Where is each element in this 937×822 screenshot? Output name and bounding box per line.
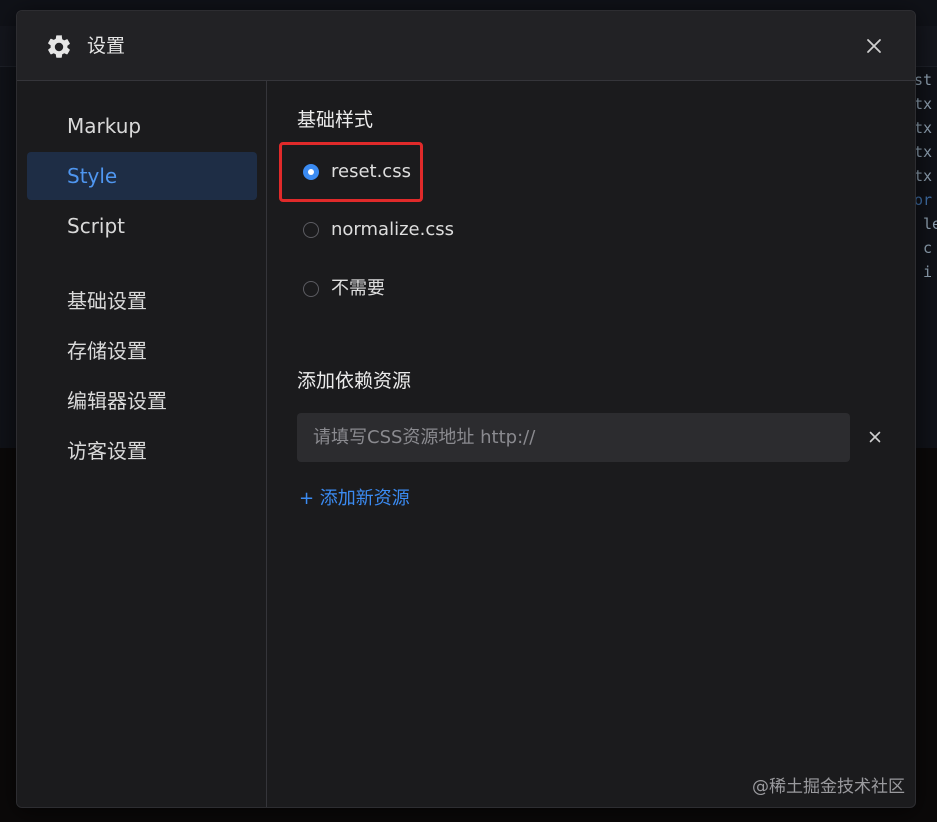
sidebar-item-label: 编辑器设置 — [67, 389, 167, 413]
base-style-title: 基础样式 — [297, 109, 374, 131]
resource-url-input[interactable] — [297, 413, 850, 462]
sidebar-item-visitor-settings[interactable]: 访客设置 — [27, 427, 257, 475]
close-icon — [867, 39, 881, 53]
radio-unchecked-icon — [303, 281, 319, 297]
dialog-title: 设置 — [87, 35, 126, 57]
background-code: st tx tx tx tx or le c i — [914, 71, 937, 281]
watermark: @稀土掘金技术社区 — [752, 777, 905, 797]
radio-unchecked-icon — [303, 222, 319, 238]
remove-resource-button[interactable] — [863, 425, 887, 449]
sidebar-item-label: 访客设置 — [67, 439, 147, 463]
dependency-resources-title: 添加依赖资源 — [297, 370, 412, 392]
radio-checked-icon — [303, 164, 319, 180]
settings-sidebar: Markup Style Script 基础设置 存储设置 编辑器设置 访客设置 — [17, 81, 267, 807]
radio-label: reset.css — [331, 161, 411, 182]
sidebar-item-label: 存储设置 — [67, 339, 147, 363]
radio-label: normalize.css — [331, 219, 454, 240]
sidebar-item-storage-settings[interactable]: 存储设置 — [27, 327, 257, 375]
sidebar-item-label: Style — [67, 164, 118, 188]
close-button[interactable] — [860, 32, 888, 60]
gear-icon — [48, 35, 70, 58]
sidebar-item-label: 基础设置 — [67, 289, 147, 313]
sidebar-item-label: Script — [67, 214, 126, 238]
add-resource-link[interactable]: + 添加新资源 — [299, 486, 410, 512]
sidebar-item-label: Markup — [67, 114, 142, 138]
sidebar-item-editor-settings[interactable]: 编辑器设置 — [27, 377, 257, 425]
sidebar-item-style[interactable]: Style — [27, 152, 257, 200]
settings-content: 基础样式 reset.css normalize.css 不需要 添加依赖资源 … — [267, 81, 915, 807]
close-icon — [869, 431, 881, 443]
sidebar-item-basic-settings[interactable]: 基础设置 — [27, 277, 257, 325]
sidebar-item-script[interactable]: Script — [27, 202, 257, 250]
settings-dialog: 设置 Markup Style Script 基础设置 存储设置 编辑器设置 访… — [16, 10, 916, 808]
dialog-header: 设置 — [17, 11, 915, 81]
sidebar-item-markup[interactable]: Markup — [27, 102, 257, 150]
radio-label: 不需要 — [331, 278, 385, 299]
